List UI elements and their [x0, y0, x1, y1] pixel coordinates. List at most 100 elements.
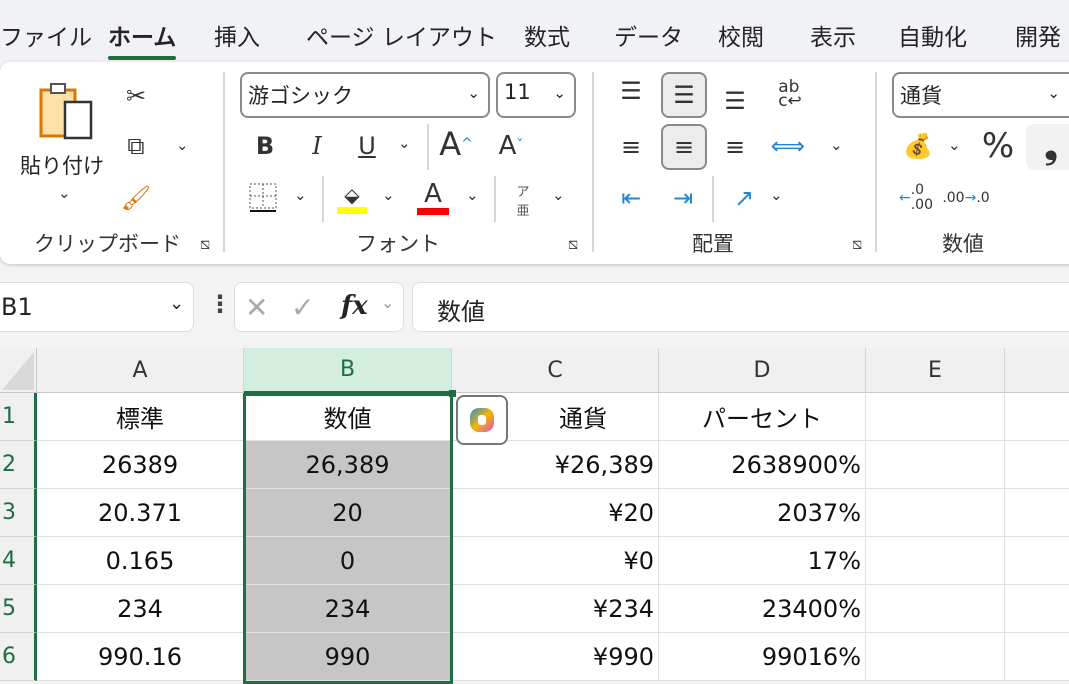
- column-header-b[interactable]: B: [244, 348, 452, 393]
- align-right-icon[interactable]: ≡: [718, 130, 752, 164]
- tab-data[interactable]: データ: [614, 18, 683, 52]
- fill-color-dropdown[interactable]: ⌄: [382, 186, 395, 204]
- font-color-icon[interactable]: A: [414, 176, 452, 218]
- cell-c6[interactable]: ¥990: [452, 633, 659, 681]
- cell-d4[interactable]: 17%: [659, 537, 866, 585]
- number-format-select[interactable]: 通貨 ⌄: [892, 72, 1069, 118]
- tab-view[interactable]: 表示: [810, 18, 856, 52]
- column-header-a[interactable]: A: [37, 348, 244, 393]
- cell-a5[interactable]: 234: [37, 585, 244, 633]
- cell-d5[interactable]: 23400%: [659, 585, 866, 633]
- alignment-launcher-icon[interactable]: ⧅: [852, 234, 862, 254]
- fill-color-icon[interactable]: ⬙: [334, 178, 370, 218]
- format-painter-icon[interactable]: 🖌: [118, 180, 154, 216]
- insert-function-button[interactable]: fx: [341, 291, 368, 321]
- row-header[interactable]: 5: [0, 585, 37, 633]
- cell-e6[interactable]: [866, 633, 1005, 681]
- cell-e2[interactable]: [866, 441, 1005, 489]
- increase-decimal-icon[interactable]: ← .0.00: [898, 180, 934, 216]
- comma-style-button[interactable]: ❟: [1026, 124, 1069, 170]
- wrap-text-icon[interactable]: ab c↩: [772, 76, 808, 112]
- cell-c3[interactable]: ¥20: [452, 489, 659, 537]
- align-center-icon[interactable]: ≡: [661, 124, 707, 170]
- cell-a1[interactable]: 標準: [37, 393, 244, 441]
- cell-d3[interactable]: 2037%: [659, 489, 866, 537]
- shrink-font-button[interactable]: Aˇ: [494, 128, 528, 164]
- tab-formulas[interactable]: 数式: [524, 18, 570, 52]
- cell-b6[interactable]: 990: [244, 633, 452, 681]
- row-header[interactable]: 6: [0, 633, 37, 681]
- column-header-d[interactable]: D: [659, 348, 866, 393]
- orientation-dropdown[interactable]: ⌄: [770, 186, 783, 204]
- column-header-c[interactable]: C: [452, 348, 659, 393]
- bottom-align-icon[interactable]: ☰: [718, 86, 752, 116]
- top-align-icon[interactable]: ☰: [614, 76, 648, 106]
- cell-f2[interactable]: [1005, 441, 1069, 489]
- orientation-icon[interactable]: ↗: [724, 178, 764, 218]
- cell-e5[interactable]: [866, 585, 1005, 633]
- borders-dropdown[interactable]: ⌄: [294, 186, 307, 204]
- row-header[interactable]: 3: [0, 489, 37, 537]
- percent-button[interactable]: %: [978, 126, 1018, 166]
- cell-e1[interactable]: [866, 393, 1005, 441]
- copy-dropdown[interactable]: ⌄: [176, 136, 189, 154]
- cell-c2[interactable]: ¥26,389: [452, 441, 659, 489]
- cell-f4[interactable]: [1005, 537, 1069, 585]
- merge-dropdown[interactable]: ⌄: [830, 136, 843, 154]
- cell-f5[interactable]: [1005, 585, 1069, 633]
- cell-f3[interactable]: [1005, 489, 1069, 537]
- row-header[interactable]: 1: [0, 393, 37, 441]
- name-box[interactable]: B1 ⌄: [0, 282, 194, 332]
- row-header[interactable]: 4: [0, 537, 37, 585]
- cut-icon[interactable]: ✂: [120, 78, 152, 114]
- paste-icon[interactable]: [36, 80, 98, 144]
- font-size-select[interactable]: 11 ⌄: [496, 72, 576, 118]
- tab-insert[interactable]: 挿入: [214, 18, 260, 52]
- font-launcher-icon[interactable]: ⧅: [568, 234, 578, 254]
- cell-a6[interactable]: 990.16: [37, 633, 244, 681]
- accounting-format-icon[interactable]: 💰: [898, 128, 938, 164]
- tab-developer[interactable]: 開発: [1015, 18, 1061, 52]
- underline-dropdown[interactable]: ⌄: [398, 134, 411, 152]
- decrease-decimal-icon[interactable]: .00 → .0: [942, 180, 989, 216]
- cancel-icon[interactable]: ✕: [245, 291, 268, 324]
- enter-icon[interactable]: ✓: [291, 291, 314, 324]
- cell-b4[interactable]: 0: [244, 537, 452, 585]
- select-all-button[interactable]: [0, 348, 37, 393]
- cell-f6[interactable]: [1005, 633, 1069, 681]
- middle-align-icon[interactable]: ☰: [661, 72, 707, 118]
- bold-button[interactable]: B: [250, 128, 280, 164]
- borders-icon[interactable]: [246, 180, 280, 216]
- grow-font-button[interactable]: A ^: [438, 124, 474, 164]
- cell-a4[interactable]: 0.165: [37, 537, 244, 585]
- paste-label[interactable]: 貼り付け: [20, 150, 104, 180]
- tab-page-layout[interactable]: ページ レイアウト: [306, 18, 497, 52]
- more-options-icon[interactable]: ⋮: [208, 290, 232, 318]
- cell-b3[interactable]: 20: [244, 489, 452, 537]
- paste-dropdown[interactable]: ⌄: [58, 184, 71, 202]
- column-header-f[interactable]: [1005, 348, 1069, 393]
- column-header-e[interactable]: E: [866, 348, 1005, 393]
- tab-file[interactable]: ファイル: [0, 18, 92, 52]
- furigana-icon[interactable]: ア亜: [510, 180, 536, 220]
- font-name-select[interactable]: 游ゴシック ⌄: [240, 72, 490, 118]
- cell-e3[interactable]: [866, 489, 1005, 537]
- formula-input[interactable]: 数値: [412, 282, 1069, 332]
- cell-c5[interactable]: ¥234: [452, 585, 659, 633]
- decrease-indent-icon[interactable]: ⇤: [614, 180, 648, 216]
- cell-b2[interactable]: 26,389: [244, 441, 452, 489]
- cell-a3[interactable]: 20.371: [37, 489, 244, 537]
- cell-b5[interactable]: 234: [244, 585, 452, 633]
- cell-d2[interactable]: 2638900%: [659, 441, 866, 489]
- underline-button[interactable]: U: [352, 128, 382, 164]
- merge-center-icon[interactable]: ⟺: [770, 128, 806, 164]
- font-color-dropdown[interactable]: ⌄: [466, 186, 479, 204]
- italic-button[interactable]: I: [302, 128, 332, 164]
- cell-d6[interactable]: 99016%: [659, 633, 866, 681]
- cell-a2[interactable]: 26389: [37, 441, 244, 489]
- increase-indent-icon[interactable]: ⇥: [666, 180, 700, 216]
- cell-b1[interactable]: 数値: [244, 393, 452, 441]
- row-header[interactable]: 2: [0, 441, 37, 489]
- cell-d1[interactable]: パーセント: [659, 393, 866, 441]
- tab-home[interactable]: ホーム: [108, 18, 177, 60]
